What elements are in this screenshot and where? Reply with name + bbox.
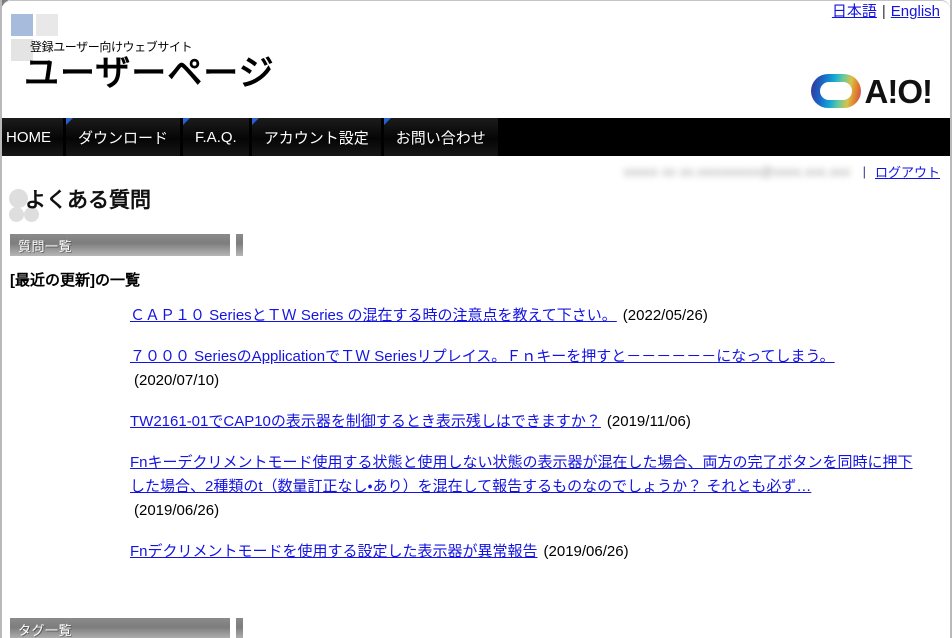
section-header-tag-list: タグ一覧 bbox=[10, 618, 243, 638]
logo-ring-icon bbox=[810, 74, 861, 108]
user-bar: xxxxx xx xx.xxxxxxxxx@xxxx.xxx.xxx | ログア… bbox=[2, 156, 950, 186]
list-heading: [最近の更新]の一覧 bbox=[10, 272, 140, 289]
brand-square-blue bbox=[11, 14, 33, 36]
nav-item-label: HOME bbox=[6, 128, 51, 146]
nav-item-faq[interactable]: F.A.Q. bbox=[183, 118, 252, 156]
faq-date: (2019/06/26) bbox=[543, 543, 629, 560]
faq-link[interactable]: Fnデクリメントモードを使用する設定した表示器が異常報告 bbox=[130, 543, 538, 560]
userbar-divider: | bbox=[862, 163, 866, 179]
nav-item-label: ダウンロード bbox=[78, 129, 169, 147]
faq-link[interactable]: ＣＡＰ１０ SeriesとＴＷ Series の混在する時の注意点を教えて下さい… bbox=[130, 307, 617, 324]
bottom-section: タグ一覧 bbox=[2, 618, 950, 638]
faq-link[interactable]: Fnキーデクリメントモード使用する状態と使用しない状態の表示器が混在した場合、両… bbox=[130, 454, 913, 495]
nav-item-download[interactable]: ダウンロード bbox=[66, 118, 184, 156]
nav-corner-icon bbox=[383, 118, 391, 125]
language-link-english[interactable]: English bbox=[891, 3, 940, 20]
faq-list-item: TW2161-01でCAP10の表示器を制御するとき表示残しはできますか？ (20… bbox=[130, 410, 924, 434]
language-link-japanese[interactable]: 日本語 bbox=[832, 3, 877, 20]
main-navigation: HOME ダウンロード F.A.Q. アカウント設定 お問い合わせ bbox=[2, 118, 950, 156]
faq-list-item: ＣＡＰ１０ SeriesとＴＷ Series の混在する時の注意点を教えて下さい… bbox=[130, 304, 924, 328]
nav-item-label: F.A.Q. bbox=[195, 128, 237, 146]
section-header-label: 質問一覧 bbox=[18, 238, 73, 254]
faq-list-item: ７０００ SeriesのApplicationでＴＷ Seriesリプレイス。Ｆ… bbox=[130, 345, 924, 393]
nav-item-contact[interactable]: お問い合わせ bbox=[383, 118, 501, 156]
page-title: よくある質問 bbox=[25, 189, 151, 212]
language-switcher: 日本語 | English bbox=[832, 2, 940, 22]
nav-item-account-settings[interactable]: アカウント設定 bbox=[251, 118, 384, 156]
nav-corner-icon bbox=[251, 118, 259, 125]
company-logo: A!O! bbox=[810, 72, 933, 110]
site-header: 日本語 | English 登録ユーザー向けウェブサイト ユーザーページ A!O! bbox=[2, 0, 950, 118]
page-title-block: よくある質問 bbox=[2, 186, 950, 234]
nav-corner-icon bbox=[183, 118, 191, 125]
section-header-label: タグ一覧 bbox=[18, 622, 73, 638]
section-bar-cap bbox=[236, 618, 243, 638]
logo-wordmark: A!O! bbox=[864, 72, 933, 110]
site-title: ユーザーページ bbox=[24, 54, 275, 93]
faq-list: ＣＡＰ１０ SeriesとＴＷ Series の混在する時の注意点を教えて下さい… bbox=[2, 304, 950, 564]
faq-date: (2020/07/10) bbox=[134, 372, 220, 389]
nav-item-label: お問い合わせ bbox=[395, 129, 486, 147]
nav-item-label: アカウント設定 bbox=[263, 129, 369, 147]
section-bar-cap bbox=[236, 234, 243, 256]
faq-list-item: Fnキーデクリメントモード使用する状態と使用しない状態の表示器が混在した場合、両… bbox=[130, 451, 924, 523]
faq-date: (2019/11/06) bbox=[606, 413, 691, 430]
title-dot-small-left bbox=[9, 207, 24, 222]
logged-in-user-id: xxxxx xx xx.xxxxxxxxx@xxxx.xxx.xxx bbox=[623, 163, 851, 179]
page-frame: 日本語 | English 登録ユーザー向けウェブサイト ユーザーページ A!O! … bbox=[0, 0, 952, 638]
faq-link[interactable]: TW2161-01でCAP10の表示器を制御するとき表示残しはできますか？ bbox=[130, 413, 601, 430]
faq-link[interactable]: ７０００ SeriesのApplicationでＴＷ Seriesリプレイス。Ｆ… bbox=[130, 348, 835, 365]
brand-square-gray-top bbox=[36, 14, 58, 36]
nav-item-home[interactable]: HOME bbox=[2, 118, 66, 156]
faq-date: (2019/06/26) bbox=[134, 502, 220, 519]
section-header-question-list: 質問一覧 bbox=[10, 234, 243, 256]
nav-corner-icon bbox=[66, 118, 73, 125]
faq-date: (2022/05/26) bbox=[622, 307, 708, 324]
language-separator: | bbox=[881, 3, 886, 20]
faq-list-item: Fnデクリメントモードを使用する設定した表示器が異常報告 (2019/06/26) bbox=[130, 540, 924, 564]
logout-link[interactable]: ログアウト bbox=[875, 162, 940, 181]
